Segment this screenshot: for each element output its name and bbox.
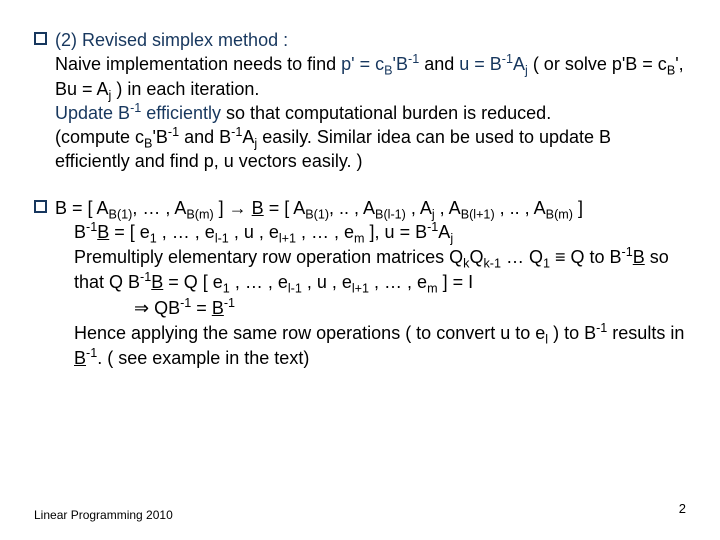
t: 1 <box>543 257 550 271</box>
t: B <box>667 64 675 78</box>
t: , … , e <box>157 222 215 242</box>
t: B <box>252 198 264 218</box>
t: , u , e <box>302 272 352 292</box>
page-number: 2 <box>679 501 686 516</box>
t: -1 <box>502 52 513 66</box>
t: -1 <box>86 346 97 360</box>
t: B(l+1) <box>461 207 495 221</box>
body-2: B-1B = [ e1 , … , el-1 , u , el+1 , … , … <box>74 220 686 371</box>
t: p' = c <box>341 54 384 74</box>
t: -1 <box>224 296 235 310</box>
t: j <box>450 232 453 246</box>
t: ≡ Q to B <box>550 247 622 267</box>
t: and B <box>179 127 231 147</box>
t: Update B-1 efficiently <box>55 103 226 123</box>
t: , … , e <box>230 272 288 292</box>
t: . ( see example in the text) <box>97 348 309 368</box>
t: B <box>212 298 224 318</box>
t: , … , A <box>132 198 186 218</box>
t: , … , e <box>296 222 354 242</box>
t: -1 <box>622 245 633 259</box>
t: Premultiply elementary row operation mat… <box>74 247 463 267</box>
bullet-icon <box>34 200 47 213</box>
t: l+1 <box>352 282 369 296</box>
t: B(m) <box>546 207 573 221</box>
t: ], u = B <box>365 222 428 242</box>
t: Naive implementation needs to find <box>55 54 341 74</box>
t: , .. , A <box>329 198 375 218</box>
t: B <box>97 222 109 242</box>
t: = Q [ e <box>163 272 223 292</box>
t: ] <box>573 198 583 218</box>
lead-2: B = [ AB(1), … , AB(m) ] → B = [ AB(1), … <box>55 196 583 220</box>
t: A <box>438 222 450 242</box>
t: so that computational burden is reduced. <box>226 103 551 123</box>
t: = [ e <box>109 222 150 242</box>
t: , … , e <box>369 272 427 292</box>
t: m <box>354 232 365 246</box>
t: efficiently <box>141 103 226 123</box>
t: … Q <box>501 247 543 267</box>
t: A <box>513 54 525 74</box>
t: ) to B <box>548 323 596 343</box>
t: -1 <box>86 220 97 234</box>
t: ( or solve p'B = c <box>528 54 667 74</box>
t: l+1 <box>279 232 296 246</box>
t: -1 <box>231 125 242 139</box>
t: -1 <box>427 220 438 234</box>
t: B <box>212 298 224 318</box>
t: -1 <box>168 125 179 139</box>
t: u = B-1Aj <box>459 54 528 74</box>
t: 'B <box>152 127 167 147</box>
t: B <box>633 247 645 267</box>
t: results in <box>607 323 684 343</box>
t: m <box>427 282 438 296</box>
t: , A <box>435 198 461 218</box>
t: 1 <box>150 232 157 246</box>
t: B = [ A <box>55 198 109 218</box>
block-2: B = [ AB(1), … , AB(m) ] → B = [ AB(1), … <box>34 196 686 371</box>
slide: (2) Revised simplex method : Naive imple… <box>0 0 720 540</box>
lead-1: (2) Revised simplex method : <box>55 28 288 52</box>
t: k-1 <box>483 257 501 271</box>
t: ) in each iteration. <box>111 79 259 99</box>
t: ] → <box>214 198 252 218</box>
t: B <box>384 64 392 78</box>
block-1: (2) Revised simplex method : Naive imple… <box>34 28 686 174</box>
bullet-icon <box>34 32 47 45</box>
t: = [ A <box>264 198 306 218</box>
t: 'B <box>393 54 408 74</box>
bullet-row-1: (2) Revised simplex method : <box>34 28 686 52</box>
t: ⇒ QB <box>134 298 180 318</box>
t: B <box>74 348 86 368</box>
footer-text: Linear Programming 2010 <box>34 508 173 522</box>
t: -1 <box>596 321 607 335</box>
t: p' = cB'B-1 <box>341 54 419 74</box>
t: Update B <box>55 103 130 123</box>
t: , .. , A <box>495 198 546 218</box>
t: Q <box>469 247 483 267</box>
t: -1 <box>140 270 151 284</box>
t: l-1 <box>215 232 229 246</box>
t: and <box>419 54 459 74</box>
t: B <box>74 222 86 242</box>
t: (compute c <box>55 127 144 147</box>
t: ] = I <box>438 272 474 292</box>
t: Hence applying the same row operations (… <box>74 323 545 343</box>
t: -1 <box>408 52 419 66</box>
body-1: Naive implementation needs to find p' = … <box>55 52 686 173</box>
t: B <box>74 348 86 368</box>
bullet-row-2: B = [ AB(1), … , AB(m) ] → B = [ AB(1), … <box>34 196 686 220</box>
t: l-1 <box>288 282 302 296</box>
t: 1 <box>223 282 230 296</box>
t: A <box>242 127 254 147</box>
t: u = B <box>459 54 502 74</box>
t: -1 <box>180 296 191 310</box>
t: B <box>151 272 163 292</box>
t: = <box>191 298 212 318</box>
t: , u , e <box>229 222 279 242</box>
t: , A <box>406 198 432 218</box>
t: -1 <box>130 101 141 115</box>
